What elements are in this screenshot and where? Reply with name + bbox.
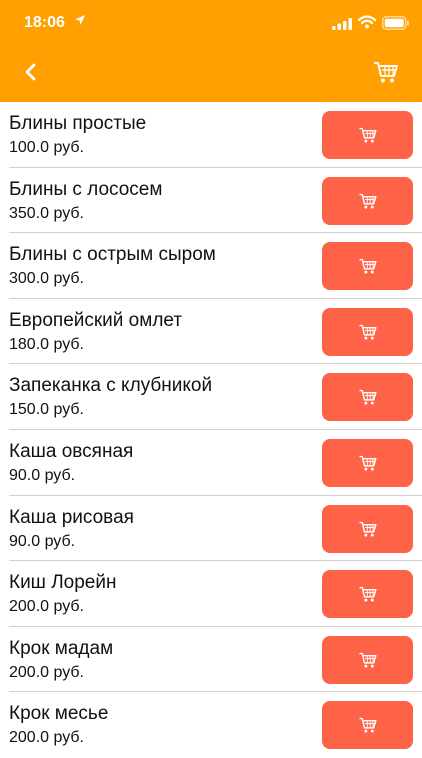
product-price: 180.0 руб.	[9, 335, 84, 353]
product-price: 90.0 руб.	[9, 466, 76, 484]
cart-icon[interactable]	[372, 58, 400, 86]
cart-icon	[358, 521, 377, 537]
product-row: Блины с лососем 350.0 руб.	[0, 168, 422, 234]
add-to-cart-button[interactable]	[322, 373, 413, 422]
product-price: 90.0 руб.	[9, 532, 76, 550]
product-price: 200.0 руб.	[9, 598, 84, 616]
cart-icon	[358, 718, 377, 733]
product-row: Блины простые 100.0 руб.	[0, 102, 422, 168]
product-name: Блины простые	[9, 113, 147, 134]
cart-icon	[358, 587, 377, 602]
cart-icon	[358, 259, 377, 274]
add-to-cart-button[interactable]	[322, 701, 413, 750]
product-price: 300.0 руб.	[9, 270, 84, 288]
product-row: Каша рисовая 90.0 руб.	[0, 496, 422, 562]
add-to-cart-button[interactable]	[322, 570, 413, 619]
add-to-cart-button[interactable]	[322, 242, 413, 291]
cart-icon	[358, 193, 377, 209]
product-price: 100.0 руб.	[9, 139, 84, 156]
product-price: 200.0 руб.	[9, 663, 84, 681]
cart-icon	[358, 390, 377, 405]
status-time: 18:06	[24, 14, 65, 31]
product-row: Каша овсяная 90.0 руб.	[0, 430, 422, 496]
add-to-cart-button[interactable]	[322, 111, 413, 159]
back-chevron-icon[interactable]	[18, 56, 46, 88]
product-price: 200.0 руб.	[9, 729, 84, 747]
add-to-cart-button[interactable]	[322, 504, 413, 553]
product-name: Каша овсяная	[9, 440, 134, 462]
cart-icon	[358, 455, 377, 471]
product-name: Запеканка с клубникой	[9, 375, 213, 397]
product-price: 350.0 руб.	[9, 204, 84, 222]
cart-icon	[358, 127, 377, 143]
product-name: Блины с лососем	[9, 178, 163, 200]
add-to-cart-button[interactable]	[322, 635, 413, 684]
product-name: Блины с острым сыром	[9, 244, 216, 266]
product-name: Киш Лорейн	[9, 572, 117, 594]
product-row: Блины с острым сыром 300.0 руб.	[0, 233, 422, 299]
battery-icon	[382, 16, 409, 30]
cart-icon	[358, 652, 377, 668]
add-to-cart-button[interactable]	[322, 176, 413, 225]
location-arrow-icon	[75, 15, 85, 25]
product-name: Каша рисовая	[9, 506, 134, 528]
product-row: Европейский омлет 180.0 руб.	[0, 299, 422, 365]
add-to-cart-button[interactable]	[322, 438, 413, 487]
product-name: Крок месье	[9, 703, 109, 725]
cellular-signal-icon	[332, 18, 352, 30]
cart-icon	[358, 324, 377, 340]
product-name: Европейский омлет	[9, 309, 183, 331]
wifi-icon	[358, 15, 376, 29]
header: 18:06	[0, 0, 422, 102]
product-list: Блины простые 100.0 руб. Блины с лососем…	[0, 102, 422, 758]
product-row: Киш Лорейн 200.0 руб.	[0, 561, 422, 627]
product-name: Крок мадам	[9, 637, 114, 659]
product-row: Запеканка с клубникой 150.0 руб.	[0, 364, 422, 430]
add-to-cart-button[interactable]	[322, 307, 413, 356]
product-row: Крок месье 200.0 руб.	[0, 692, 422, 758]
product-price: 150.0 руб.	[9, 401, 84, 419]
product-row: Крок мадам 200.0 руб.	[0, 627, 422, 693]
